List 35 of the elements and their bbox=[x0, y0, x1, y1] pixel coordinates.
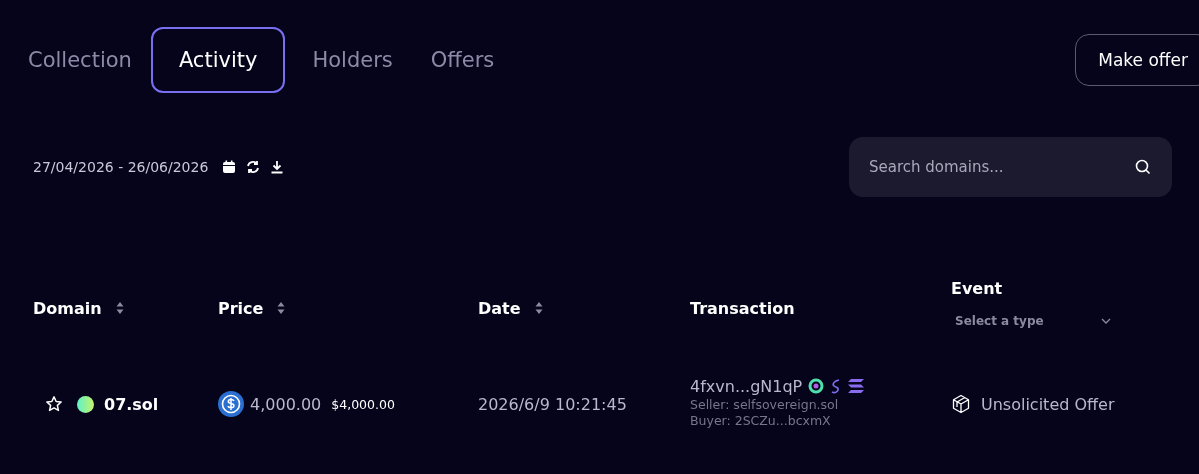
sort-icon[interactable] bbox=[115, 301, 124, 315]
star-icon[interactable] bbox=[45, 395, 63, 413]
domain-name[interactable]: 07.sol bbox=[104, 394, 159, 414]
sort-icon[interactable] bbox=[534, 301, 543, 315]
tab[interactable]: Holders bbox=[293, 27, 412, 93]
column-header: Transaction bbox=[690, 298, 795, 318]
column-header: Date bbox=[478, 298, 521, 318]
stripes-icon[interactable] bbox=[848, 379, 865, 393]
sort-icon[interactable] bbox=[277, 301, 286, 315]
date-value: 2026/6/9 10:21:45 bbox=[478, 394, 627, 414]
column-header: Event bbox=[951, 279, 1004, 298]
price-usd: $4,000.00 bbox=[331, 396, 395, 412]
buyer-address: Buyer: 2SCZu...bcxmX bbox=[690, 412, 832, 428]
chevron-down-icon bbox=[1101, 318, 1111, 324]
price-value: 4,000.00 bbox=[250, 394, 322, 414]
event-type-select[interactable]: Select a type bbox=[951, 314, 1111, 328]
cube-icon bbox=[951, 394, 971, 414]
search-field[interactable]: Search domains... bbox=[849, 137, 1172, 197]
make-offer-button[interactable]: Make offer bbox=[1075, 34, 1199, 86]
transaction-id[interactable]: 4fxvn...gN1qP bbox=[690, 376, 803, 396]
search-icon[interactable] bbox=[1135, 159, 1151, 175]
tab[interactable]: Activity bbox=[150, 27, 286, 93]
dollar-coin-icon bbox=[218, 391, 244, 417]
refresh-icon[interactable] bbox=[246, 160, 261, 174]
column-header: Domain bbox=[33, 298, 102, 318]
tab[interactable]: Offers bbox=[411, 27, 514, 93]
event-type: Unsolicited Offer bbox=[981, 394, 1115, 414]
date-range: 27/04/2026 - 26/06/2026 bbox=[33, 159, 209, 175]
download-icon[interactable] bbox=[270, 160, 285, 174]
avatar-icon bbox=[77, 395, 94, 413]
ring-icon[interactable] bbox=[808, 378, 825, 394]
seller-address: Seller: selfsovereign.sol bbox=[690, 396, 840, 412]
column-header: Price bbox=[218, 298, 264, 318]
calendar-icon[interactable] bbox=[222, 160, 237, 174]
tab[interactable]: Collection bbox=[9, 27, 151, 93]
